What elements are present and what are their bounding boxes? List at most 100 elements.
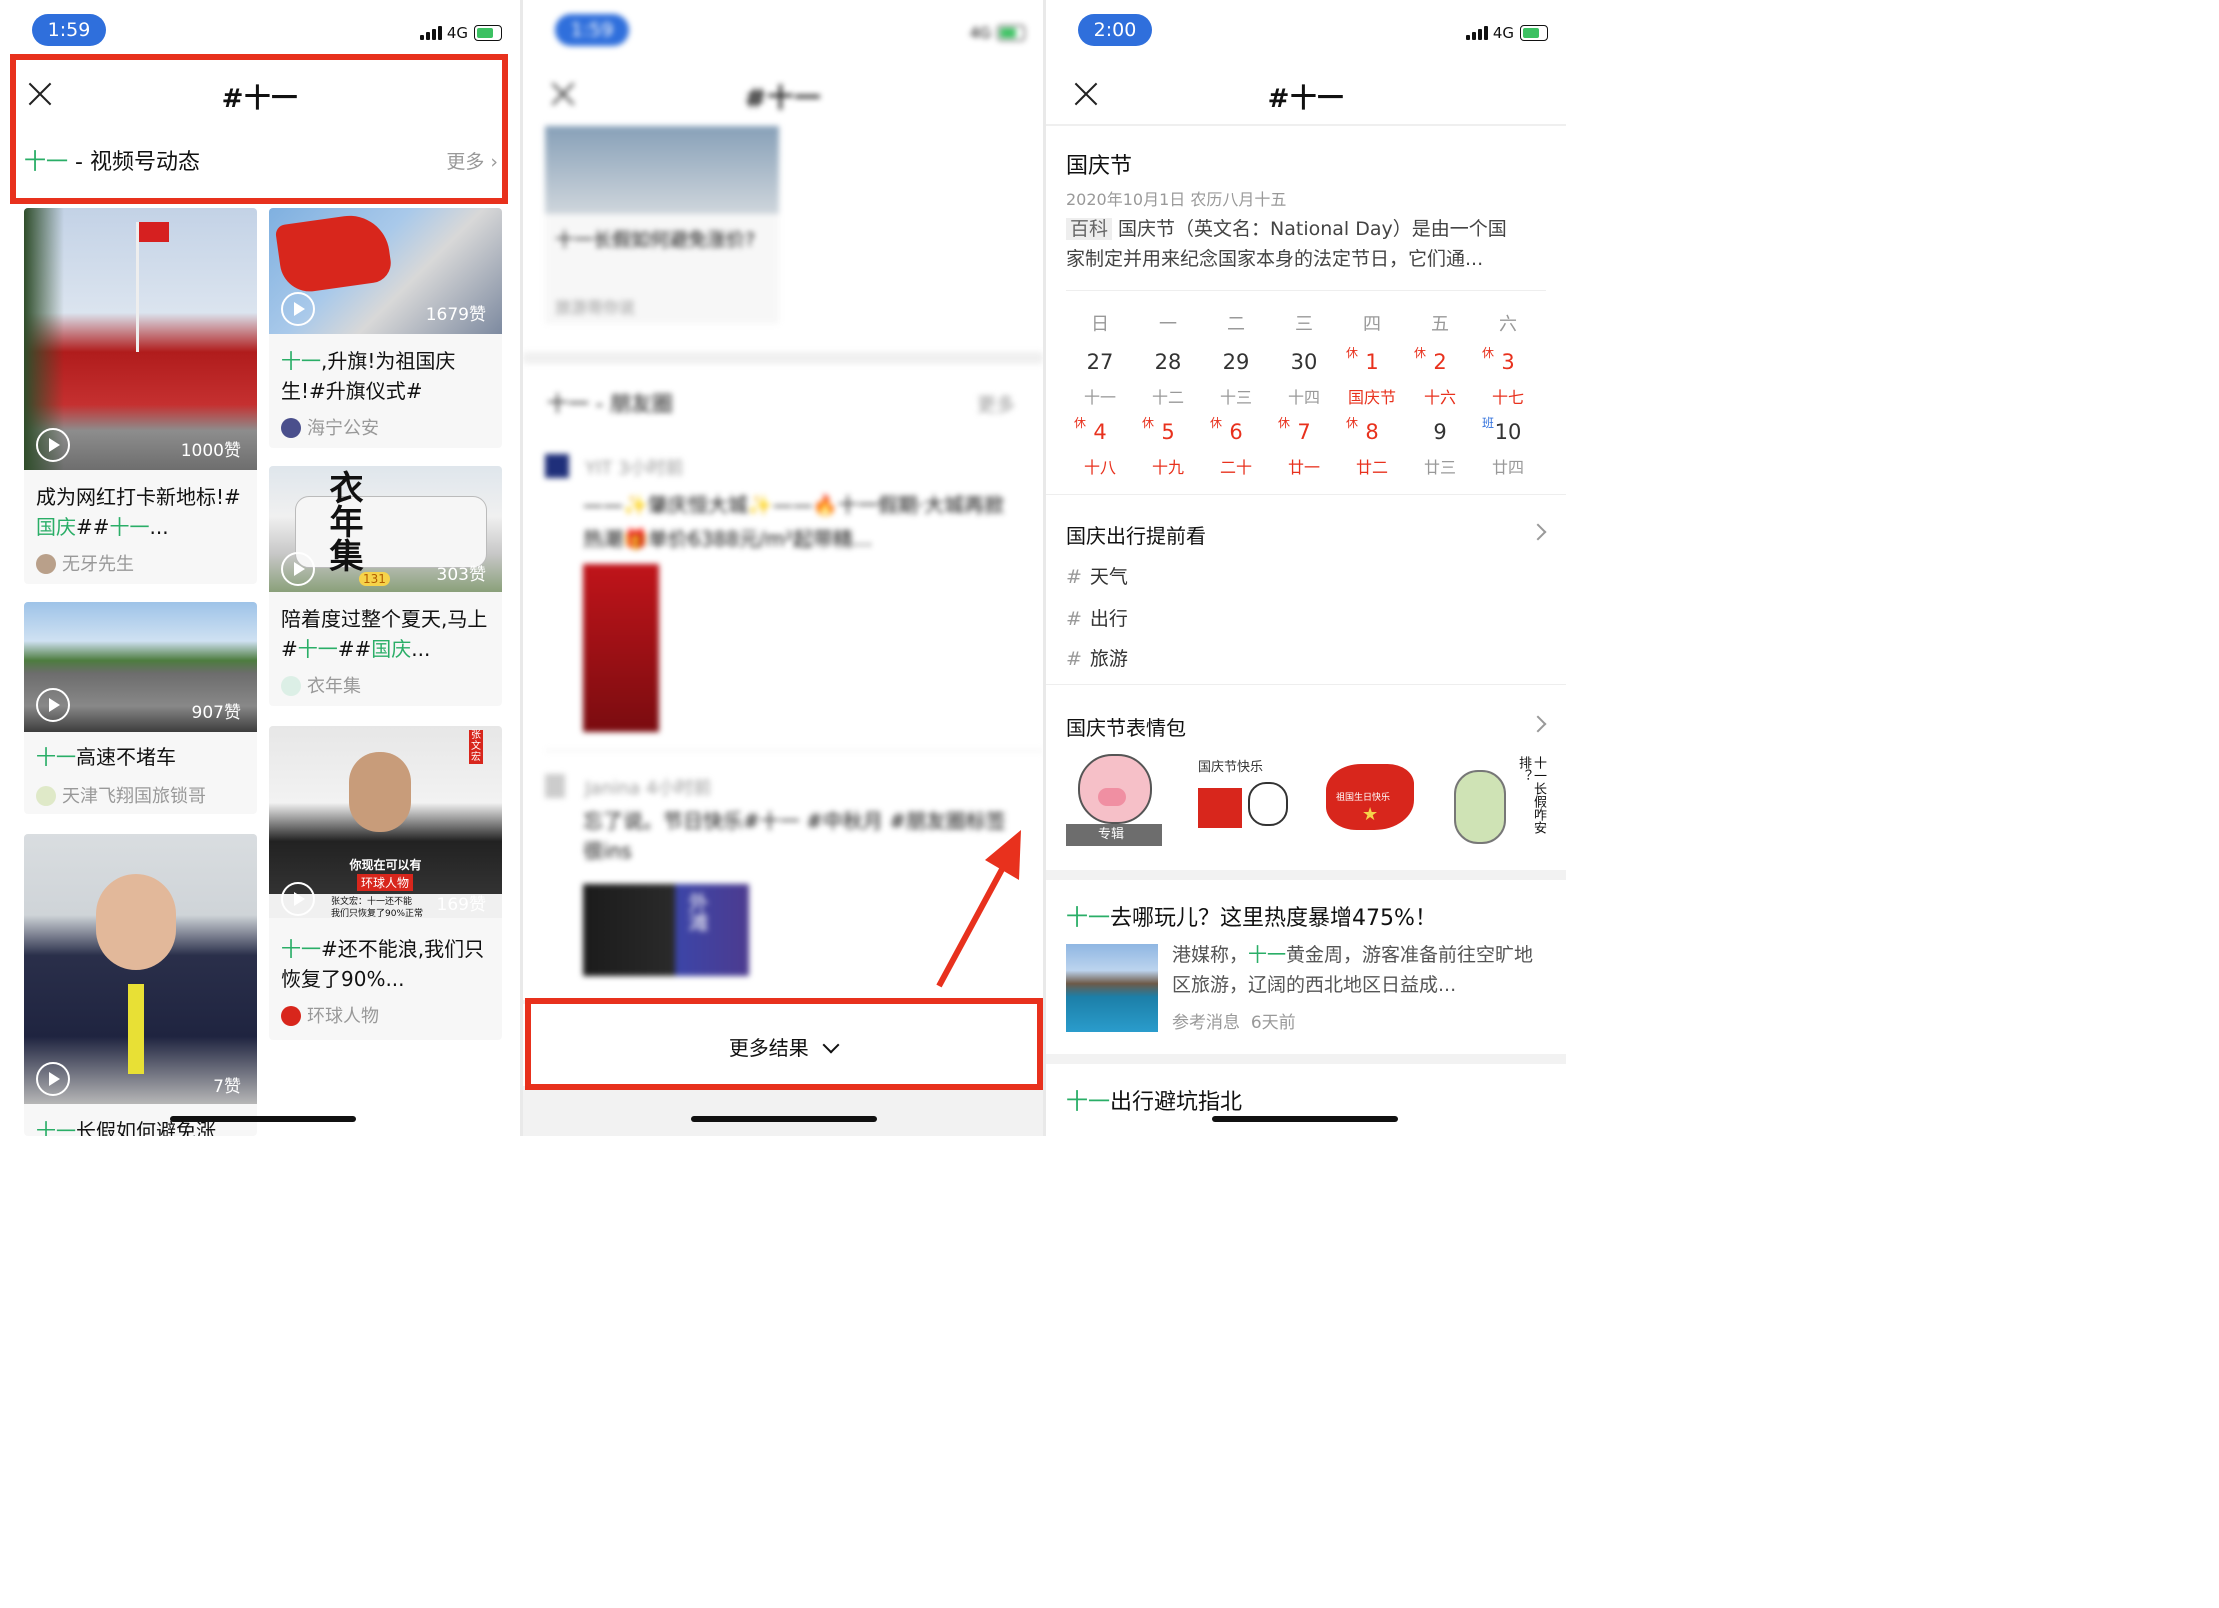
video-card[interactable]: 张文宏 你现在可以有 环球人物 张文宏：十一还不能 我们只恢复了90%正常 16… (269, 726, 502, 1040)
home-indicator (170, 1116, 356, 1122)
arrow-icon (936, 830, 1021, 988)
panel-video-feed: 1:59 4G #十一 十一 - 视频号动态 更多 › 1000赞 成为网红打卡… (0, 0, 520, 1136)
post-image: 外滩 (583, 884, 749, 976)
likes-count: 7赞 (213, 1077, 241, 1097)
play-icon (36, 688, 70, 722)
calendar-lunar-label: 十四 (1287, 388, 1320, 407)
article-meta: 参考消息 6天前 (1172, 1008, 1296, 1033)
poster-line4: 我们只恢复了90%正常 (331, 909, 424, 919)
video-thumbnail: 1679赞 (269, 208, 502, 334)
emoji-festive[interactable]: 国庆节快乐 (1194, 752, 1290, 848)
calendar-weekday-header: 五 (1431, 314, 1449, 335)
tie (128, 984, 144, 1074)
more-link[interactable]: 更多 (977, 390, 1015, 417)
home-indicator (1212, 1116, 1398, 1122)
status-time: 2:00 (1078, 14, 1152, 46)
calendar-day[interactable]: 27 (1066, 350, 1134, 374)
workday-badge: 班 (1482, 416, 1495, 430)
star-icon: ★ (1362, 804, 1379, 825)
holiday-date: 2020年10月1日 农历八月十五 (1066, 190, 1287, 209)
network-label: 4G (446, 24, 468, 42)
avatar (281, 418, 301, 438)
emoji-section-title[interactable]: 国庆节表情包 (1066, 712, 1186, 741)
poster-text: 外滩 (685, 892, 709, 932)
emoji-pig[interactable]: 专辑 (1066, 750, 1162, 846)
baike-summary[interactable]: 百科 国庆节（英文名：National Day）是由一个国 家制定并用来纪念国家本身… (1066, 214, 1546, 274)
tag-travel[interactable]: # 出行 (1066, 604, 1128, 631)
author[interactable]: 衣年集 (281, 672, 361, 698)
album-label: 专辑 (1066, 824, 1162, 846)
person-face (349, 752, 411, 832)
calendar-lunar-label: 廿三 (1423, 458, 1456, 477)
status-bar: 2:00 4G (1046, 10, 1566, 50)
section-header: 十一 - 朋友圈 (547, 392, 673, 416)
calendar-weekday-header: 日 (1091, 314, 1109, 335)
video-card[interactable]: 1679赞 十一,升旗!为祖国庆生!#升旗仪式# 海宁公安 (269, 208, 502, 448)
article-title[interactable]: 十一去哪玩儿？这里热度暴增475%！ (1066, 900, 1437, 932)
video-card[interactable]: 1000赞 成为网红打卡新地标!#国庆##十一... 无牙先生 (24, 208, 257, 584)
battery-icon (474, 25, 502, 41)
chevron-right-icon[interactable] (1529, 523, 1547, 541)
emoji-china-map[interactable]: 祖国生日快乐 ★ (1322, 752, 1418, 842)
author[interactable]: 天津飞翔国旅锁哥 (36, 782, 206, 808)
holiday-badge: 休 (1482, 346, 1495, 360)
holiday-title: 国庆节 (1066, 154, 1133, 179)
article-thumbnail[interactable] (1066, 944, 1158, 1032)
video-thumbnail: 1000赞 (24, 208, 257, 470)
tag-weather[interactable]: # 天气 (1066, 562, 1128, 589)
video-title: 十一#还不能浪,我们只恢复了90%... (281, 937, 485, 991)
holiday-badge: 休 (1142, 416, 1155, 430)
calendar-lunar-label: 国庆节 (1347, 388, 1396, 407)
flag-image (274, 210, 394, 296)
calendar-lunar-label: 二十 (1219, 458, 1252, 477)
status-bar: 1:59 4G (0, 10, 520, 50)
calendar-day[interactable]: 9 (1406, 420, 1474, 444)
calendar-day[interactable]: 30 (1270, 350, 1338, 374)
travel-section-title[interactable]: 国庆出行提前看 (1066, 520, 1206, 549)
article-title[interactable]: 十一出行避坑指北 (1066, 1084, 1242, 1116)
person-face (96, 874, 176, 970)
network-label: 4G (1492, 24, 1514, 42)
emoji-green-character[interactable]: 十一长假咋安排？ (1450, 750, 1546, 846)
author[interactable]: 环球人物 (281, 1002, 379, 1028)
video-card[interactable]: 衣年集 131 303赞 陪着度过整个夏天,马上#十一##国庆... 衣年集 (269, 466, 502, 706)
baike-tag: 百科 (1066, 218, 1113, 240)
likes-count: 169赞 (436, 895, 486, 915)
article-time: 6天前 (1250, 1013, 1296, 1033)
video-title: 成为网红打卡新地标!#国庆##十一... (36, 485, 241, 539)
calendar-day[interactable]: 28 (1134, 350, 1202, 374)
calendar-weekday-header: 一 (1159, 314, 1177, 335)
likes-count: 907赞 (191, 703, 241, 723)
poster-line2: 环球人物 (357, 874, 414, 891)
video-card[interactable]: 907赞 十一高速不堵车 天津飞翔国旅锁哥 (24, 602, 257, 814)
calendar-lunar-label: 廿一 (1287, 458, 1320, 477)
post-image (583, 564, 659, 732)
author[interactable]: 海宁公安 (281, 414, 379, 440)
avatar (281, 676, 301, 696)
author[interactable]: 无牙先生 (36, 550, 134, 576)
post-text: ——✨肇庆恒大城✨——🔥十一假期·大城再掀热潮🎁单价6388元/m²起带精... (583, 493, 1005, 551)
panel-more-results: 1:59 4G #十一 十一长假如何避免涨价? 旅游哥你说 十一 - 朋友圈 更… (523, 0, 1043, 1136)
holiday-badge: 休 (1346, 346, 1359, 360)
avatar (36, 786, 56, 806)
video-title: 十一长假如何避免涨价? (555, 229, 756, 251)
video-card[interactable]: 7赞 十一长假如何避免涨 (24, 834, 257, 1136)
chevron-right-icon[interactable] (1529, 715, 1547, 733)
video-title: 十一高速不堵车 (36, 745, 176, 769)
status-time: 1:59 (555, 14, 629, 46)
avatar (281, 1006, 301, 1026)
avatar (545, 774, 565, 798)
battery-icon (997, 25, 1025, 41)
calendar-day[interactable]: 29 (1202, 350, 1270, 374)
play-icon (281, 882, 315, 916)
page-title: #十一 (744, 84, 822, 114)
calendar-lunar-label: 廿四 (1491, 458, 1524, 477)
home-indicator (691, 1116, 877, 1122)
likes-count: 1000赞 (180, 441, 241, 461)
tag-tourism[interactable]: # 旅游 (1066, 644, 1128, 671)
article-source: 参考消息 (1172, 1013, 1240, 1033)
holiday-badge: 休 (1074, 416, 1087, 430)
calendar-lunar-label: 十二 (1151, 388, 1184, 407)
flag-image (139, 222, 169, 242)
calendar-lunar-label: 十八 (1083, 458, 1116, 477)
